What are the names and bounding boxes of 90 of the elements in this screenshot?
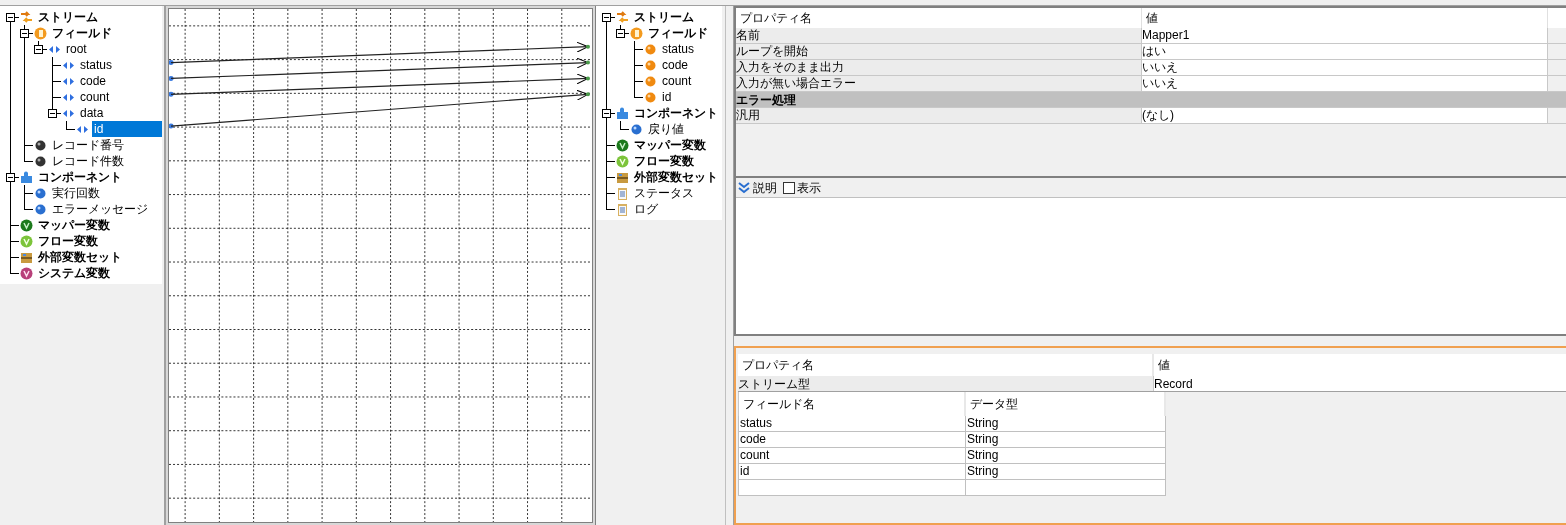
property-name: ループを開始 <box>736 44 1142 59</box>
ball-icon <box>34 138 47 152</box>
property-value[interactable]: いいえ <box>1142 60 1548 75</box>
tree-item[interactable]: status <box>660 41 722 57</box>
tree-item[interactable]: レコード件数 <box>50 153 162 169</box>
tree-item[interactable]: エラーメッセージ <box>50 201 162 217</box>
ball-icon <box>630 122 643 136</box>
tree-item[interactable]: マッパー変数 <box>36 217 162 233</box>
chevrons-down-icon[interactable] <box>738 181 750 194</box>
tree-item[interactable]: コンポーネント <box>632 105 722 121</box>
collapse-toggle[interactable] <box>34 45 43 54</box>
variable-orb-icon <box>20 218 33 232</box>
ball-icon <box>644 74 657 88</box>
mapping-canvas[interactable] <box>169 9 592 522</box>
tree-item[interactable]: 実行回数 <box>50 185 162 201</box>
tree-item[interactable]: data <box>78 105 162 121</box>
tree-item[interactable]: フィールド <box>646 25 722 41</box>
tree-item[interactable]: 外部変数セット <box>36 249 162 265</box>
description-label: 説明 <box>753 179 777 197</box>
collapse-toggle[interactable] <box>602 13 611 22</box>
clipboard-icon <box>616 186 629 200</box>
field-icon <box>630 26 643 40</box>
ball-icon <box>644 90 657 104</box>
column-header: 値 <box>1157 357 1171 374</box>
property-name: 名前 <box>736 28 1142 43</box>
property-value[interactable]: Record <box>1154 376 1566 391</box>
table-cell[interactable]: count <box>739 448 966 463</box>
show-checkbox[interactable] <box>783 181 795 194</box>
property-value[interactable]: (なし) <box>1142 108 1548 123</box>
property-name: 入力が無い場合エラー <box>736 76 1142 91</box>
show-label: 表示 <box>797 179 821 197</box>
tree-item[interactable]: コンポーネント <box>36 169 162 185</box>
tree-item[interactable]: status <box>78 57 162 73</box>
tree-item[interactable]: フロー変数 <box>36 233 162 249</box>
tree-item[interactable]: フロー変数 <box>632 153 722 169</box>
arrows-icon <box>20 10 33 24</box>
ball-icon <box>644 42 657 56</box>
property-name: ストリーム型 <box>738 376 1154 391</box>
collapse-toggle[interactable] <box>20 29 29 38</box>
property-name: 入力をそのまま出力 <box>736 60 1142 75</box>
table-cell[interactable]: status <box>739 416 966 431</box>
tree-item[interactable]: id <box>660 89 722 105</box>
collapse-toggle[interactable] <box>6 173 15 182</box>
tree-item[interactable]: 戻り値 <box>646 121 722 137</box>
puzzle-icon <box>20 170 33 184</box>
tree-item[interactable]: ストリーム <box>36 9 162 25</box>
collapse-toggle[interactable] <box>616 29 625 38</box>
ball-icon <box>644 58 657 72</box>
tree-item[interactable]: フィールド <box>50 25 162 41</box>
field-icon <box>34 26 47 40</box>
table-cell[interactable]: String <box>966 464 1166 479</box>
tree-item[interactable]: ステータス <box>632 185 722 201</box>
tree-item[interactable]: マッパー変数 <box>632 137 722 153</box>
property-value[interactable]: はい <box>1142 44 1548 59</box>
property-name: 汎用 <box>736 108 1142 123</box>
table-cell[interactable]: String <box>966 448 1166 463</box>
arrows-icon <box>616 10 629 24</box>
table-cell[interactable]: String <box>966 416 1166 431</box>
tree-item[interactable]: ストリーム <box>632 9 722 25</box>
tree-item[interactable]: レコード番号 <box>50 137 162 153</box>
mapping-line[interactable] <box>169 89 590 129</box>
collapse-toggle[interactable] <box>48 109 57 118</box>
tree-item[interactable]: root <box>64 41 162 57</box>
tree-item[interactable]: code <box>78 73 162 89</box>
tree-item[interactable]: count <box>78 89 162 105</box>
clipboard-icon <box>616 202 629 216</box>
table-cell[interactable]: id <box>739 464 966 479</box>
tree-item[interactable]: システム変数 <box>36 265 162 281</box>
ball-icon <box>34 154 47 168</box>
tree-item[interactable]: 外部変数セット <box>632 169 722 185</box>
chest-icon <box>616 170 629 184</box>
tree-item[interactable]: code <box>660 57 722 73</box>
tree-item[interactable]: count <box>660 73 722 89</box>
variable-orb-icon <box>20 234 33 248</box>
table-cell[interactable]: code <box>739 432 966 447</box>
property-value[interactable]: Mapper1 <box>1142 28 1548 43</box>
variable-orb-icon <box>616 154 629 168</box>
collapse-toggle[interactable] <box>6 13 15 22</box>
collapse-toggle[interactable] <box>602 109 611 118</box>
variable-orb-icon <box>20 266 33 280</box>
tree-item[interactable]: id <box>92 121 162 137</box>
ball-icon <box>34 202 47 216</box>
property-value[interactable]: いいえ <box>1142 76 1548 91</box>
puzzle-icon <box>616 106 629 120</box>
chest-icon <box>20 250 33 264</box>
tree-item[interactable]: ログ <box>632 201 722 217</box>
ball-icon <box>34 186 47 200</box>
section-header: エラー処理 <box>736 92 797 107</box>
variable-orb-icon <box>616 138 629 152</box>
table-cell[interactable]: String <box>966 432 1166 447</box>
